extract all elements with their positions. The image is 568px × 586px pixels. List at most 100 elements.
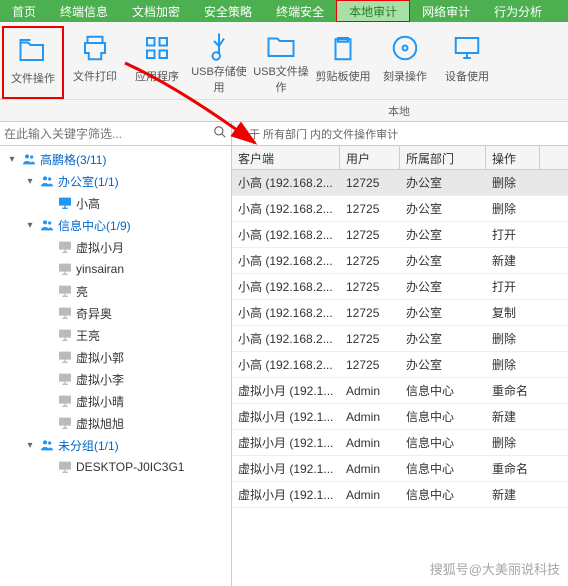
tree-toggle-icon[interactable]: ▾: [6, 154, 18, 165]
column-header[interactable]: 用户: [340, 146, 400, 169]
tree-label: 信息中心(1/9): [58, 217, 131, 234]
table-cell: 新建: [486, 408, 540, 425]
table-row[interactable]: 虚拟小月 (192.1...Admin信息中心删除: [232, 430, 568, 456]
tree-toggle-icon[interactable]: ▾: [24, 440, 36, 451]
nav-tab[interactable]: 网络审计: [410, 0, 482, 22]
table-row[interactable]: 小高 (192.168.2...12725办公室删除: [232, 352, 568, 378]
table-cell: 虚拟小月 (192.1...: [232, 460, 340, 477]
apps-icon: [139, 30, 175, 66]
ribbon-button[interactable]: USB存储使用: [188, 26, 250, 99]
tree-item[interactable]: ▾未分组(1/1): [0, 434, 231, 456]
table-row[interactable]: 小高 (192.168.2...12725办公室打开: [232, 222, 568, 248]
ribbon-button[interactable]: 剪贴板使用: [312, 26, 374, 99]
ribbon-button[interactable]: 刻录操作: [374, 26, 436, 99]
tree-item[interactable]: ▾ 信息中心(1/9): [0, 214, 231, 236]
nav-tab[interactable]: 首页: [0, 0, 48, 22]
nav-tab[interactable]: 安全策略: [192, 0, 264, 22]
tree-label: 虚拟小晴: [76, 393, 124, 410]
pc-icon: [57, 393, 73, 409]
table-cell: 删除: [486, 200, 540, 217]
table-cell: 12725: [340, 358, 400, 372]
tree-label: 虚拟旭旭: [76, 415, 124, 432]
table-cell: 复制: [486, 304, 540, 321]
ribbon-button[interactable]: 文件操作: [2, 26, 64, 99]
nav-tab[interactable]: 终端信息: [48, 0, 120, 22]
tree-item[interactable]: ▾ 办公室(1/1): [0, 170, 231, 192]
table-cell: 信息中心: [400, 460, 486, 477]
column-header[interactable]: 操作: [486, 146, 540, 169]
tree-item[interactable]: 虚拟小月: [0, 236, 231, 258]
ribbon-group-label: 本地: [0, 100, 568, 122]
table-row[interactable]: 小高 (192.168.2...12725办公室复制: [232, 300, 568, 326]
tree-item[interactable]: ▾高鹏格(3/11): [0, 148, 231, 170]
tree-item[interactable]: DESKTOP-J0IC3G1: [0, 456, 231, 478]
tree-label: 办公室(1/1): [58, 173, 119, 190]
table-cell: 删除: [486, 330, 540, 347]
table-row[interactable]: 虚拟小月 (192.1...Admin信息中心重命名: [232, 378, 568, 404]
table-row[interactable]: 虚拟小月 (192.1...Admin信息中心新建: [232, 482, 568, 508]
group-icon: [39, 437, 55, 453]
group-icon: [21, 151, 37, 167]
ribbon-button[interactable]: 文件打印: [64, 26, 126, 99]
table-cell: 信息中心: [400, 486, 486, 503]
table-cell: 办公室: [400, 226, 486, 243]
table-row[interactable]: 小高 (192.168.2...12725办公室删除: [232, 196, 568, 222]
nav-tab[interactable]: 终端安全: [264, 0, 336, 22]
table-cell: 虚拟小月 (192.1...: [232, 434, 340, 451]
table-row[interactable]: 小高 (192.168.2...12725办公室删除: [232, 326, 568, 352]
pc-icon: [57, 305, 73, 321]
ribbon-button[interactable]: 设备使用: [436, 26, 498, 99]
tree-item[interactable]: 虚拟小李: [0, 368, 231, 390]
column-header[interactable]: 客户端: [232, 146, 340, 169]
table-cell: 信息中心: [400, 434, 486, 451]
table-cell: 办公室: [400, 278, 486, 295]
group-icon: [39, 217, 55, 233]
table-cell: 小高 (192.168.2...: [232, 330, 340, 347]
table-row[interactable]: 虚拟小月 (192.1...Admin信息中心新建: [232, 404, 568, 430]
tree-item[interactable]: 奇异奥: [0, 302, 231, 324]
tree-toggle-icon[interactable]: ▾: [24, 176, 36, 187]
monitor-icon: [449, 30, 485, 66]
tree-item[interactable]: 虚拟小晴: [0, 390, 231, 412]
ribbon-button[interactable]: USB文件操作: [250, 26, 312, 99]
table-cell: Admin: [340, 384, 400, 398]
tree-item[interactable]: yinsairan: [0, 258, 231, 280]
search-icon[interactable]: [213, 125, 227, 142]
pc-icon: [57, 371, 73, 387]
tree-item[interactable]: 虚拟旭旭: [0, 412, 231, 434]
nav-tab[interactable]: 行为分析: [482, 0, 554, 22]
search-input[interactable]: [4, 127, 213, 141]
tree-label: 虚拟小李: [76, 371, 124, 388]
table-row[interactable]: 小高 (192.168.2...12725办公室删除: [232, 170, 568, 196]
table-cell: 12725: [340, 228, 400, 242]
usb-icon: [201, 30, 237, 61]
table-row[interactable]: 小高 (192.168.2...12725办公室新建: [232, 248, 568, 274]
tree: ▾高鹏格(3/11)▾办公室(1/1)小高▾信息中心(1/9)虚拟小月yinsa…: [0, 146, 231, 586]
column-header[interactable]: 所属部门: [400, 146, 486, 169]
ribbon-label: USB存储使用: [190, 63, 248, 95]
table-row[interactable]: 虚拟小月 (192.1...Admin信息中心重命名: [232, 456, 568, 482]
table-cell: 12725: [340, 176, 400, 190]
ribbon-button[interactable]: 应用程序: [126, 26, 188, 99]
pc-icon: [57, 195, 73, 211]
table-cell: 办公室: [400, 174, 486, 191]
tree-item[interactable]: 亮: [0, 280, 231, 302]
table-cell: 删除: [486, 174, 540, 191]
nav-tab[interactable]: 本地审计: [336, 0, 410, 22]
tree-label: DESKTOP-J0IC3G1: [76, 460, 184, 474]
ribbon-label: 文件操作: [11, 70, 55, 86]
tree-item[interactable]: 王亮: [0, 324, 231, 346]
table-row[interactable]: 小高 (192.168.2...12725办公室打开: [232, 274, 568, 300]
tree-label: 虚拟小郭: [76, 349, 124, 366]
tree-toggle-icon[interactable]: ▾: [24, 220, 36, 231]
table-cell: Admin: [340, 488, 400, 502]
tree-item[interactable]: 虚拟小郭: [0, 346, 231, 368]
printer-icon: [77, 30, 113, 66]
table-cell: Admin: [340, 410, 400, 424]
nav-tab[interactable]: 文档加密: [120, 0, 192, 22]
content-panel: 位于 所有部门 内的文件操作审计 客户端用户所属部门操作 小高 (192.168…: [232, 122, 568, 586]
table-cell: 虚拟小月 (192.1...: [232, 486, 340, 503]
disc-icon: [387, 30, 423, 66]
table-cell: 小高 (192.168.2...: [232, 226, 340, 243]
tree-item[interactable]: 小高: [0, 192, 231, 214]
